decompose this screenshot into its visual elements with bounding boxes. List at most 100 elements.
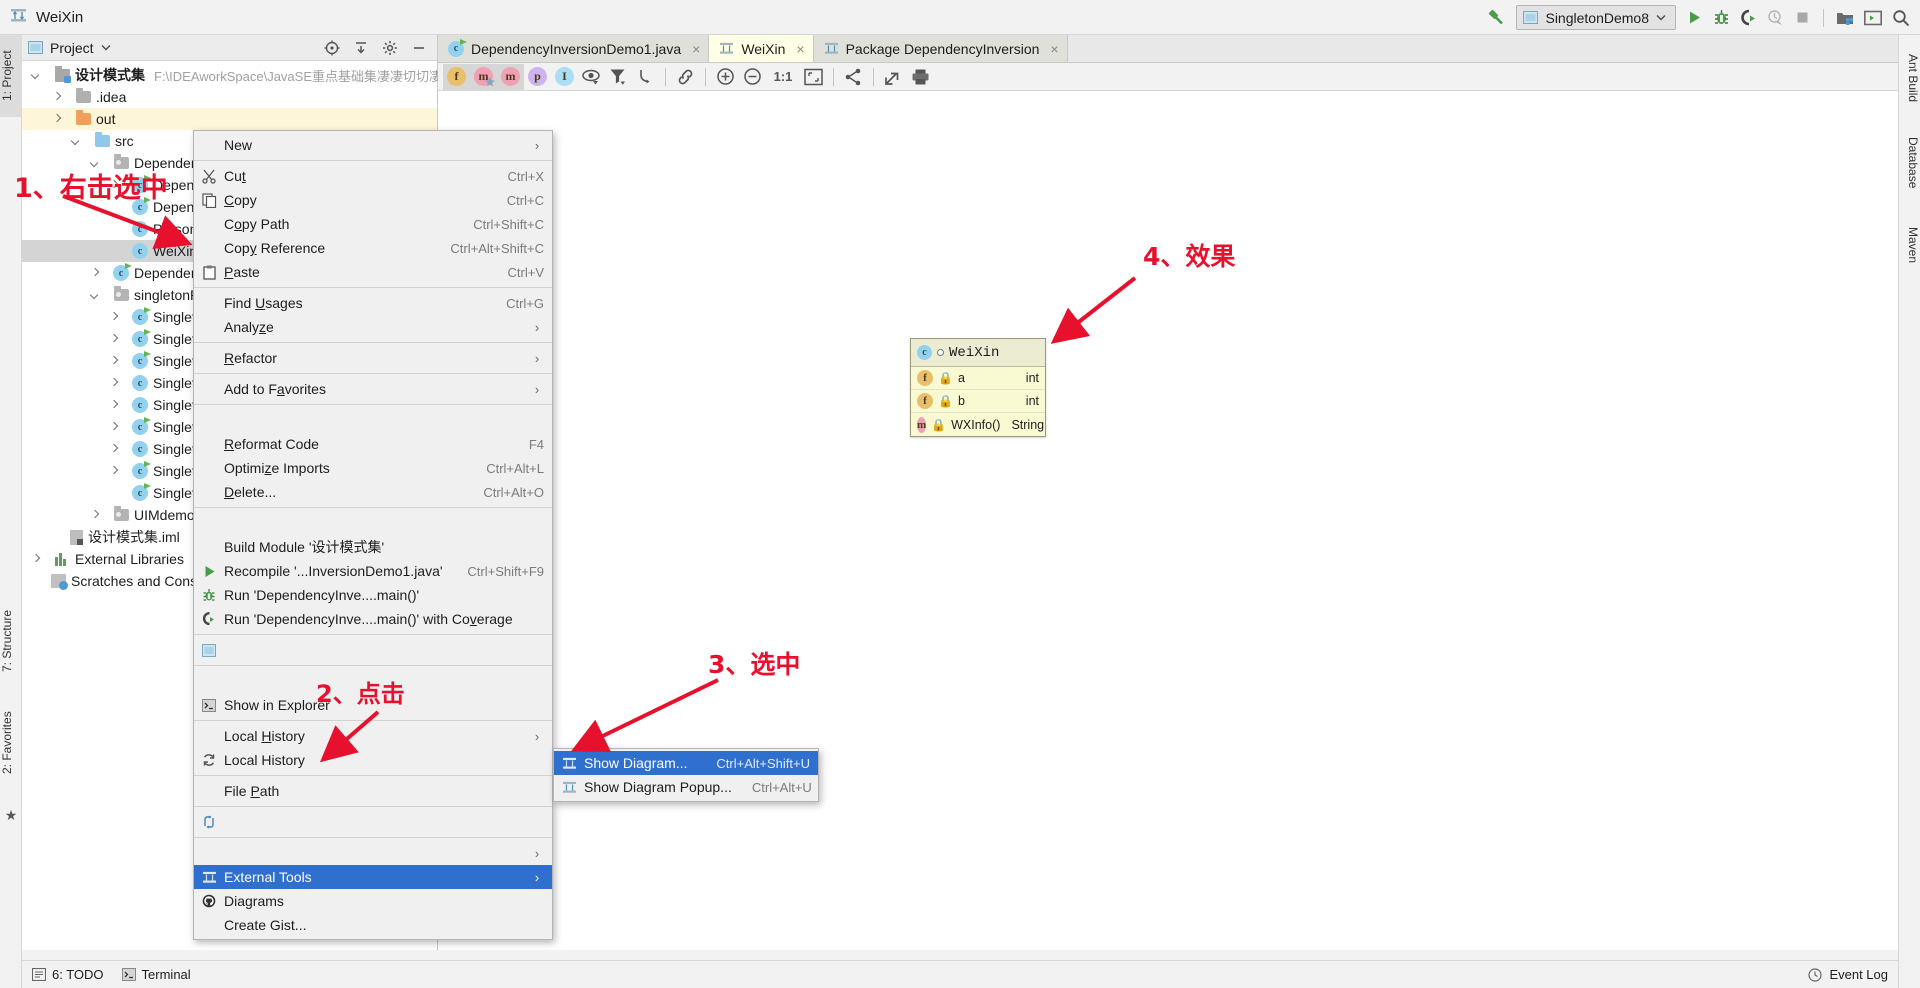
diagram-canvas[interactable]: c WeiXin f 🔒 a int f 🔒 b int m 🔒 WXInfo(…: [438, 91, 1898, 950]
menu-item-build-module[interactable]: [194, 511, 552, 535]
uml-class-node[interactable]: c WeiXin f 🔒 a int f 🔒 b int m 🔒 WXInfo(…: [910, 338, 1046, 437]
menu-item-new[interactable]: New ›: [194, 133, 552, 157]
chevron-right-icon[interactable]: [51, 91, 64, 104]
run-with-coverage-button[interactable]: [1740, 9, 1757, 26]
tree-item-out[interactable]: out: [22, 108, 437, 130]
menu-item-paste[interactable]: Paste Ctrl+V: [194, 260, 552, 284]
hide-panel-icon[interactable]: [411, 40, 427, 56]
menu-item-copy-path[interactable]: Copy Path Ctrl+Shift+C: [194, 212, 552, 236]
menu-item-diagrams[interactable]: External Tools ›: [194, 865, 552, 889]
chevron-right-icon[interactable]: [89, 267, 102, 280]
menu-item-run-with-coverage[interactable]: Run 'DependencyInve....main()' with Cove…: [194, 607, 552, 631]
debug-button[interactable]: [1713, 9, 1730, 26]
close-icon[interactable]: ×: [692, 41, 700, 57]
status-todo[interactable]: 6: TODO: [32, 967, 104, 982]
node-expand-dot-icon[interactable]: [937, 349, 944, 356]
menu-item-find-usages[interactable]: Find Usages Ctrl+G: [194, 291, 552, 315]
sidebar-item-ant-build[interactable]: Ant Build: [1898, 43, 1920, 113]
menu-item-convert-java-to-kotlin[interactable]: Create Gist...: [194, 913, 552, 937]
menu-item-show-diagram[interactable]: Show Diagram... Ctrl+Alt+Shift+U: [554, 751, 818, 775]
menu-item-refactor[interactable]: Refactor ›: [194, 346, 552, 370]
menu-item-synchronize[interactable]: Local History: [194, 748, 552, 772]
chevron-down-icon[interactable]: [101, 44, 111, 51]
context-menu[interactable]: New › Cut Ctrl+X Copy Ctrl+C Copy Path C…: [193, 130, 553, 940]
uml-member-row[interactable]: m 🔒 WXInfo() String: [911, 413, 1045, 436]
menu-item-file-path[interactable]: File Path: [194, 779, 552, 803]
show-methods-toggle[interactable]: m: [497, 64, 524, 90]
zoom-out-button[interactable]: [739, 64, 766, 90]
zoom-in-button[interactable]: [712, 64, 739, 90]
tab-weixin[interactable]: WeiXin ×: [709, 35, 813, 62]
chevron-right-icon[interactable]: [108, 421, 121, 434]
show-dependencies-button[interactable]: [672, 64, 699, 90]
sidebar-item-project[interactable]: 1: Project: [0, 35, 22, 117]
menu-item-show-diagram-popup[interactable]: Show Diagram Popup... Ctrl+Alt+U: [554, 775, 818, 799]
build-hammer-icon[interactable]: [1487, 8, 1506, 27]
run-button[interactable]: [1686, 9, 1703, 26]
chevron-right-icon[interactable]: [108, 311, 121, 324]
menu-item-recompile[interactable]: Build Module '设计模式集': [194, 535, 552, 559]
chevron-right-icon[interactable]: [89, 509, 102, 522]
close-icon[interactable]: ×: [796, 41, 804, 57]
menu-item-compare-with[interactable]: [194, 810, 552, 834]
settings-gear-icon[interactable]: [382, 40, 398, 56]
menu-item-optimize-imports[interactable]: Optimize Imports Ctrl+Alt+L: [194, 456, 552, 480]
terminal-window-icon[interactable]: [1864, 10, 1882, 26]
menu-item-run-main[interactable]: Recompile '...InversionDemo1.java' Ctrl+…: [194, 559, 552, 583]
show-inner-classes-toggle[interactable]: I: [551, 64, 578, 90]
tab-dependencyinversiondemo1[interactable]: c DependencyInversionDemo1.java ×: [438, 35, 709, 62]
show-constructors-toggle[interactable]: m: [470, 64, 497, 90]
print-button[interactable]: [907, 64, 934, 90]
menu-item-create-gist[interactable]: Diagrams: [194, 889, 552, 913]
menu-item-delete[interactable]: Delete... Ctrl+Alt+O: [194, 480, 552, 504]
layout-button[interactable]: [840, 64, 867, 90]
visibility-level-button[interactable]: [578, 64, 605, 90]
chevron-right-icon[interactable]: [30, 553, 43, 566]
menu-item-create-config[interactable]: [194, 638, 552, 662]
menu-item-reformat-code[interactable]: Reformat Code F4: [194, 432, 552, 456]
close-icon[interactable]: ×: [1050, 41, 1058, 57]
sidebar-item-database[interactable]: Database: [1898, 127, 1920, 199]
chevron-right-icon[interactable]: [108, 355, 121, 368]
chevron-down-icon[interactable]: [89, 289, 102, 302]
run-configuration-selector[interactable]: SingletonDemo8: [1516, 5, 1676, 30]
menu-item-add-to-favorites[interactable]: Add to Favorites ›: [194, 377, 552, 401]
menu-item-browse-type-hierarchy[interactable]: [194, 408, 552, 432]
show-fields-toggle[interactable]: f: [443, 64, 470, 90]
show-properties-toggle[interactable]: p: [524, 64, 551, 90]
menu-item-local-history[interactable]: Local History ›: [194, 724, 552, 748]
menu-item-copy[interactable]: Copy Ctrl+C: [194, 188, 552, 212]
tab-package-dependencyinversion[interactable]: Package DependencyInversion ×: [814, 35, 1068, 62]
chevron-right-icon[interactable]: [108, 399, 121, 412]
collapse-all-icon[interactable]: [353, 40, 369, 56]
uml-member-row[interactable]: f 🔒 a int: [911, 367, 1045, 390]
tree-item-idea[interactable]: .idea: [22, 86, 437, 108]
menu-item-analyze[interactable]: Analyze ›: [194, 315, 552, 339]
menu-item-external-tools[interactable]: ›: [194, 841, 552, 865]
fit-content-button[interactable]: [800, 64, 827, 90]
sidebar-item-favorites[interactable]: 2: Favorites: [0, 695, 22, 791]
chevron-down-icon[interactable]: [1656, 14, 1666, 21]
actual-size-button[interactable]: 1:1: [766, 64, 800, 90]
export-button[interactable]: [880, 64, 907, 90]
search-everywhere-button[interactable]: [1892, 9, 1910, 27]
project-structure-button[interactable]: [1836, 10, 1854, 26]
chevron-right-icon[interactable]: [51, 113, 64, 126]
uml-member-row[interactable]: f 🔒 b int: [911, 390, 1045, 413]
chevron-right-icon[interactable]: [108, 377, 121, 390]
menu-item-debug-main[interactable]: Run 'DependencyInve....main()': [194, 583, 552, 607]
sidebar-item-maven[interactable]: Maven: [1898, 217, 1920, 273]
chevron-down-icon[interactable]: [30, 69, 43, 82]
diagrams-submenu[interactable]: Show Diagram... Ctrl+Alt+Shift+U Show Di…: [553, 748, 819, 802]
chevron-right-icon[interactable]: [108, 443, 121, 456]
favorites-star-icon[interactable]: ★: [0, 803, 22, 829]
sidebar-item-structure[interactable]: 7: Structure: [0, 595, 22, 687]
edges-style-button[interactable]: [632, 64, 659, 90]
chevron-right-icon[interactable]: [108, 465, 121, 478]
chevron-right-icon[interactable]: [108, 333, 121, 346]
chevron-down-icon[interactable]: [70, 135, 83, 148]
status-event-log[interactable]: Event Log: [1808, 967, 1888, 982]
menu-item-cut[interactable]: Cut Ctrl+X: [194, 164, 552, 188]
status-terminal[interactable]: Terminal: [122, 967, 191, 982]
tree-item-module[interactable]: 设计模式集 F:\IDEAworkSpace\JavaSE重点基础集凄凄切切凄切…: [22, 64, 437, 86]
